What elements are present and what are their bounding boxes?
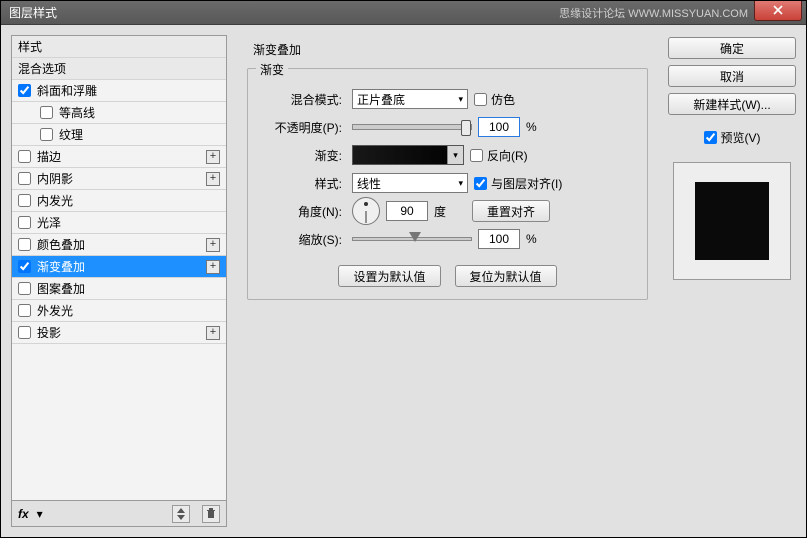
align-layer-checkbox[interactable]: 与图层对齐(I) <box>474 175 562 192</box>
layer-style-dialog: 图层样式 思缘设计论坛 WWW.MISSYUAN.COM 样式混合选项斜面和浮雕… <box>0 0 807 538</box>
style-item[interactable]: 等高线 <box>12 102 226 124</box>
angle-dial[interactable] <box>352 197 380 225</box>
style-item-checkbox[interactable] <box>18 172 31 185</box>
style-item[interactable]: 颜色叠加 + <box>12 234 226 256</box>
scale-slider[interactable] <box>352 237 472 241</box>
gradient-picker[interactable]: ▾ <box>352 145 464 165</box>
angle-label: 角度(N): <box>260 203 346 220</box>
style-item-label: 渐变叠加 <box>37 258 85 275</box>
style-item[interactable]: 描边 + <box>12 146 226 168</box>
style-item-checkbox[interactable] <box>18 84 31 97</box>
ok-button[interactable]: 确定 <box>668 37 796 59</box>
style-item[interactable]: 渐变叠加 + <box>12 256 226 278</box>
chevron-down-icon: ▾ <box>447 146 463 164</box>
new-style-button[interactable]: 新建样式(W)... <box>668 93 796 115</box>
cancel-button[interactable]: 取消 <box>668 65 796 87</box>
style-item[interactable]: 外发光 <box>12 300 226 322</box>
style-item-checkbox[interactable] <box>18 238 31 251</box>
style-item-checkbox[interactable] <box>18 194 31 207</box>
style-select[interactable]: 线性▾ <box>352 173 468 193</box>
close-icon <box>773 5 783 15</box>
style-item[interactable]: 斜面和浮雕 <box>12 80 226 102</box>
style-item-label: 图案叠加 <box>37 280 85 297</box>
reverse-checkbox[interactable]: 反向(R) <box>470 147 528 164</box>
style-item[interactable]: 内阴影 + <box>12 168 226 190</box>
window-title: 图层样式 <box>9 4 57 21</box>
blend-mode-select[interactable]: 正片叠底▾ <box>352 89 468 109</box>
style-item-label: 外发光 <box>37 302 73 319</box>
reset-align-button[interactable]: 重置对齐 <box>472 200 550 222</box>
style-item-checkbox[interactable] <box>18 260 31 273</box>
style-item-label: 斜面和浮雕 <box>37 82 97 99</box>
style-item[interactable]: 纹理 <box>12 124 226 146</box>
style-item-label: 光泽 <box>37 214 61 231</box>
style-item[interactable]: 内发光 <box>12 190 226 212</box>
style-item-label: 内发光 <box>37 192 73 209</box>
style-item[interactable]: 图案叠加 <box>12 278 226 300</box>
style-item-label: 投影 <box>37 324 61 341</box>
panel-title: 渐变叠加 <box>253 41 648 58</box>
style-item-checkbox[interactable] <box>18 326 31 339</box>
gradient-group: 渐变 混合模式: 正片叠底▾ 仿色 不透明度(P): % 渐变: ▾ <box>247 68 648 300</box>
style-item-checkbox[interactable] <box>40 106 53 119</box>
group-title: 渐变 <box>256 61 288 78</box>
blend-options-header[interactable]: 混合选项 <box>12 58 226 80</box>
style-item[interactable]: 投影 + <box>12 322 226 344</box>
fx-label: fx <box>18 507 29 521</box>
styles-header[interactable]: 样式 <box>12 36 226 58</box>
action-panel: 确定 取消 新建样式(W)... 预览(V) <box>668 35 796 527</box>
gradient-label: 渐变: <box>260 147 346 164</box>
preview-swatch <box>695 182 769 260</box>
style-item-checkbox[interactable] <box>18 150 31 163</box>
set-default-button[interactable]: 设置为默认值 <box>338 265 440 287</box>
arrow-updown-icon[interactable] <box>172 505 190 523</box>
angle-input[interactable] <box>386 201 428 221</box>
blend-mode-label: 混合模式: <box>260 91 346 108</box>
styles-panel: 样式混合选项斜面和浮雕等高线纹理描边 + 内阴影 + 内发光光泽颜色叠加 + 渐变叠加 + 图案… <box>11 35 227 527</box>
titlebar[interactable]: 图层样式 思缘设计论坛 WWW.MISSYUAN.COM <box>1 1 806 25</box>
plus-icon[interactable]: + <box>206 150 220 164</box>
style-item-label: 描边 <box>37 148 61 165</box>
style-item-label: 颜色叠加 <box>37 236 85 253</box>
style-label: 样式: <box>260 175 346 192</box>
style-item-checkbox[interactable] <box>18 282 31 295</box>
plus-icon[interactable]: + <box>206 260 220 274</box>
style-item-checkbox[interactable] <box>18 304 31 317</box>
watermark: 思缘设计论坛 WWW.MISSYUAN.COM <box>559 5 748 21</box>
preview-checkbox[interactable]: 预览(V) <box>668 129 796 146</box>
opacity-slider[interactable] <box>352 124 472 130</box>
style-item-label: 等高线 <box>59 104 95 121</box>
plus-icon[interactable]: + <box>206 326 220 340</box>
chevron-down-icon: ▾ <box>458 178 463 189</box>
opacity-label: 不透明度(P): <box>260 119 346 136</box>
style-item-checkbox[interactable] <box>40 128 53 141</box>
plus-icon[interactable]: + <box>206 172 220 186</box>
reset-default-button[interactable]: 复位为默认值 <box>455 265 557 287</box>
style-item[interactable]: 光泽 <box>12 212 226 234</box>
style-item-label: 内阴影 <box>37 170 73 187</box>
chevron-down-icon: ▾ <box>458 94 463 105</box>
trash-icon[interactable] <box>202 505 220 523</box>
settings-panel: 渐变叠加 渐变 混合模式: 正片叠底▾ 仿色 不透明度(P): % <box>237 35 658 527</box>
styles-footer: fx▾ <box>12 500 226 526</box>
style-item-label: 纹理 <box>59 126 83 143</box>
close-button[interactable] <box>754 1 802 21</box>
plus-icon[interactable]: + <box>206 238 220 252</box>
preview-box <box>673 162 791 280</box>
scale-input[interactable] <box>478 229 520 249</box>
style-item-checkbox[interactable] <box>18 216 31 229</box>
dither-checkbox[interactable]: 仿色 <box>474 91 515 108</box>
opacity-input[interactable] <box>478 117 520 137</box>
scale-label: 缩放(S): <box>260 231 346 248</box>
